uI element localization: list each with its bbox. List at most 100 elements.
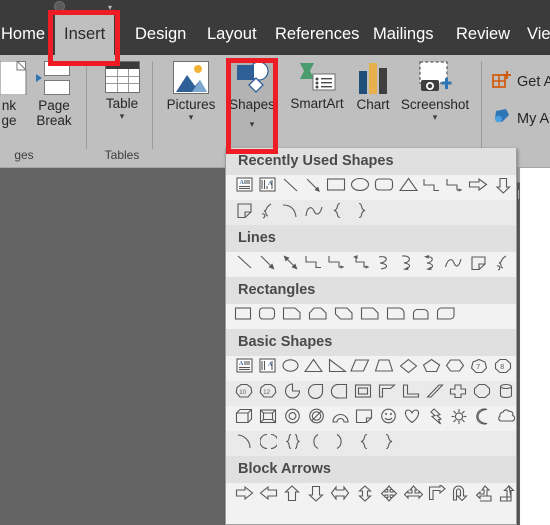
shape-folded-corner[interactable]: [232, 200, 256, 225]
shape-double-brace[interactable]: [280, 431, 304, 456]
shape-up-down-arrow[interactable]: [353, 483, 377, 508]
shape-right-bracket[interactable]: [327, 431, 351, 456]
my-addins-button[interactable]: My A: [492, 107, 549, 131]
shape-line[interactable]: [232, 252, 256, 277]
shape-block-arc[interactable]: [328, 406, 352, 431]
shape-folded-corner[interactable]: [352, 406, 376, 431]
shape-line[interactable]: [278, 175, 302, 200]
shape-curve[interactable]: [441, 252, 465, 277]
shape-dodecagon[interactable]: 12: [256, 381, 280, 406]
shape-cross[interactable]: [446, 381, 470, 406]
shape-heart[interactable]: [400, 406, 424, 431]
shape-quad-arrow[interactable]: [401, 483, 425, 508]
shape-scribble[interactable]: [255, 200, 279, 225]
shape-u-turn-arrow[interactable]: [449, 483, 473, 508]
shape-diamond[interactable]: [396, 356, 420, 381]
shape-cloud[interactable]: [494, 406, 516, 431]
shape-right-arrow[interactable]: [466, 175, 490, 200]
shape-rectangle[interactable]: [232, 304, 255, 329]
shape-rectangle[interactable]: [324, 175, 348, 200]
shape-line-double-arrow[interactable]: [278, 252, 302, 277]
shape-pentagon[interactable]: [419, 356, 443, 381]
shape-freeform-wave[interactable]: [302, 200, 326, 225]
shape-parallelogram[interactable]: [348, 356, 372, 381]
shape-smiley-face[interactable]: [376, 406, 400, 431]
shape-frame-oval[interactable]: [327, 381, 351, 406]
screenshot-dropdown-caret-icon[interactable]: ▾: [394, 112, 476, 122]
shape-isosceles-triangle[interactable]: [396, 175, 420, 200]
tab-review[interactable]: Review: [447, 14, 519, 55]
shape-elbow-double-arrow-connector[interactable]: [348, 252, 372, 277]
shape-round-single-corner-rectangle[interactable]: [384, 304, 409, 329]
shape-frame[interactable]: [351, 381, 375, 406]
shape-trapezoid[interactable]: [372, 356, 396, 381]
smartart-button[interactable]: SmartArt: [281, 61, 353, 111]
shape-line-arrow[interactable]: [301, 175, 325, 200]
shape-oval[interactable]: [278, 356, 302, 381]
get-addins-button[interactable]: Get A: [492, 70, 550, 94]
shape-text-box[interactable]: A: [232, 356, 256, 381]
shape-scribble[interactable]: [490, 252, 514, 277]
shape-elbow-arrow-connector[interactable]: [324, 252, 348, 277]
shape-curved-arrow-connector[interactable]: [395, 252, 419, 277]
shape-curve[interactable]: [278, 200, 302, 225]
shape-elbow-connector[interactable]: [419, 175, 443, 200]
shape-vertical-text-box[interactable]: A: [255, 175, 279, 200]
shape-octagon[interactable]: 8: [491, 356, 515, 381]
shape-bent-up-arrow[interactable]: [496, 483, 516, 508]
tab-references[interactable]: References: [266, 14, 368, 55]
shape-right-arrow[interactable]: [232, 483, 256, 508]
table-dropdown-caret-icon[interactable]: ▾: [94, 111, 150, 121]
table-button[interactable]: Table ▾: [94, 61, 150, 121]
shape-elbow-connector[interactable]: [301, 252, 325, 277]
shape-hexagon[interactable]: [443, 356, 467, 381]
shape-right-triangle[interactable]: [325, 356, 349, 381]
tab-view[interactable]: View: [518, 14, 550, 55]
shape-snip-and-round-single-corner-rectangle[interactable]: [358, 304, 383, 329]
shape-freeform-shape[interactable]: [466, 252, 490, 277]
shape-oval[interactable]: [348, 175, 372, 200]
shape-left-brace[interactable]: [353, 431, 377, 456]
shape-down-arrow[interactable]: [304, 483, 328, 508]
shape-line-arrow[interactable]: [255, 252, 279, 277]
shape-text-box[interactable]: A: [232, 175, 256, 200]
shape-left-bracket[interactable]: [304, 431, 328, 456]
shape-right-brace[interactable]: [377, 431, 401, 456]
shape-rounded-rectangle[interactable]: [256, 304, 279, 329]
shape-snip-single-corner-rectangle[interactable]: [280, 304, 305, 329]
shape-rounded-rectangle[interactable]: [372, 175, 396, 200]
shape-isosceles-triangle[interactable]: [301, 356, 325, 381]
shape-left-brace[interactable]: [326, 200, 350, 225]
shape-no-symbol[interactable]: [304, 406, 328, 431]
page-break-button[interactable]: Page Break: [25, 61, 83, 128]
screenshot-button[interactable]: Screenshot ▾: [394, 61, 476, 122]
shapes-gallery-dropdown[interactable]: Recently Used Shapes A A Lines Rectangle…: [225, 148, 517, 525]
shape-decagon[interactable]: 10: [232, 381, 256, 406]
shape-elbow-arrow-connector[interactable]: [442, 175, 466, 200]
pictures-dropdown-caret-icon[interactable]: ▾: [160, 112, 222, 122]
shape-bevel[interactable]: [256, 406, 280, 431]
shape-four-way-arrow[interactable]: [377, 483, 401, 508]
document-page[interactable]: [520, 168, 550, 525]
shape-cube[interactable]: [232, 406, 256, 431]
shape-moon[interactable]: [471, 406, 495, 431]
shape-l-shape[interactable]: [399, 381, 423, 406]
shape-left-right-arrow[interactable]: [328, 483, 352, 508]
shape-regular-pentagon-block[interactable]: [470, 381, 494, 406]
shape-sun[interactable]: [447, 406, 471, 431]
shape-snip-diagonal-corner-rectangle[interactable]: [332, 304, 357, 329]
shape-half-frame[interactable]: [375, 381, 399, 406]
pictures-button[interactable]: Pictures ▾: [160, 61, 222, 122]
shape-double-bracket[interactable]: [256, 431, 280, 456]
shape-cylinder[interactable]: [494, 381, 516, 406]
shape-pie[interactable]: [280, 381, 304, 406]
shape-round-diagonal-corner-rectangle[interactable]: [434, 304, 459, 329]
shape-right-brace[interactable]: [350, 200, 374, 225]
shape-teardrop[interactable]: [303, 381, 327, 406]
shape-down-arrow[interactable]: [491, 175, 515, 200]
shape-lightning-bolt[interactable]: [424, 406, 448, 431]
shape-snip-same-side-corner-rectangle[interactable]: [306, 304, 331, 329]
shape-curved-connector[interactable]: [372, 252, 396, 277]
shape-arc[interactable]: [232, 431, 256, 456]
tab-mailings[interactable]: Mailings: [364, 14, 443, 55]
